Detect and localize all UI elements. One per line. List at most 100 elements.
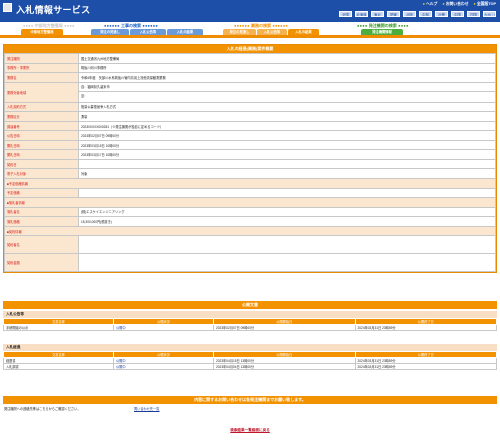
contact-title: 内容に関するお問い合わせは各発注機関までお願い致します。 — [3, 396, 497, 404]
row-label: 事務所・事業所 — [4, 62, 79, 74]
site-title: 入札情報サービス — [16, 5, 91, 15]
table-row: 予定価格 — [4, 187, 496, 199]
region-tab[interactable]: 中国 — [451, 11, 464, 17]
region-tab[interactable]: 四国 — [467, 11, 480, 17]
region-to: 至： — [81, 94, 88, 99]
row-label: 業務名 — [4, 72, 79, 83]
table-row: 業務区分 測量 — [4, 111, 496, 122]
row-value — [78, 158, 496, 170]
table-row: 開札日時 2023年03月17日 10時00分 — [4, 149, 496, 160]
section-estimate: ■予定価格情報 — [4, 178, 496, 189]
nav-stripe — [0, 35, 500, 38]
site-logo — [3, 3, 12, 12]
doc-start: 2023年02月07日 09時00分 — [213, 324, 356, 331]
row-label: 調達番号 — [4, 120, 79, 132]
doc-end: 2024年03月31日 23時59分 — [354, 363, 497, 370]
section-header: ■契約情報 — [4, 225, 496, 237]
contact-text: 発注機関への連絡先等はこちらからご確認ください。 — [4, 407, 81, 411]
section-results-title: 入札経過 — [3, 344, 497, 351]
case-summary-table: 発注機関 国土交通省九州地方整備局 事務所・事業所 筑後川河川事務所 業務名 令和6年… — [4, 53, 496, 273]
national-top-link[interactable]: 全国版TOP — [474, 2, 496, 7]
region-tab[interactable]: 近畿 — [435, 11, 448, 17]
row-label: 開札日時 — [4, 139, 79, 151]
doc-status-link[interactable]: 公開中 — [116, 359, 126, 363]
row-value — [78, 253, 496, 273]
notice-docs-table: 文書名称 公開状況 公開開始日 公開終了日 手続開始の公示 公開中 2023年0… — [3, 318, 497, 331]
row-value — [78, 187, 496, 199]
row-value: 2023年02月07日 09時00分 — [78, 130, 496, 141]
region-tab[interactable]: 東北 — [371, 11, 384, 17]
case-summary: 入札の経過(業務)案件概要 発注機関 国土交通省九州地方整備局 事務所・事業所 筑後… — [3, 44, 497, 274]
table-row: 業務名 令和6年度 矢部川水系筑後川管内鳥羽上流他流量観測業務 — [4, 72, 496, 83]
row-label: 入札契約方式 — [4, 101, 79, 113]
doc-status-link[interactable]: 公開中 — [116, 326, 126, 330]
help-link[interactable]: ヘルプ — [423, 2, 437, 7]
doc-status-link[interactable]: 公開中 — [116, 365, 126, 369]
table-row: 業務対象地域 自：福岡県久留米市 至： — [4, 81, 496, 103]
row-value: 国土交通省九州地方整備局 — [78, 53, 496, 64]
section-winner: ■落札者情報 — [4, 197, 496, 208]
row-value: 筑後川河川事務所 — [78, 62, 496, 74]
row-value: 20230XXXX000281（※発注機関が独自に定めるコード） — [78, 120, 496, 132]
section-header: ■予定価格情報 — [4, 178, 496, 189]
doc-end: 2024年03月31日 23時59分 — [354, 324, 497, 331]
contact-link[interactable]: お問い合わせ — [442, 2, 469, 7]
region-tab[interactable]: 九州・沖縄 — [483, 11, 496, 17]
table-row: 落札者名 (株)エスケイエンジニアリング — [4, 206, 496, 218]
case-summary-title: 入札の経過(業務)案件概要 — [4, 45, 496, 53]
row-label: 公告日時 — [4, 130, 79, 141]
section-header: ■落札者情報 — [4, 197, 496, 208]
row-value: 15,300,000円(税抜き) — [78, 216, 496, 227]
region-tab[interactable]: 関東 — [387, 11, 400, 17]
table-row: 事務所・事業所 筑後川河川事務所 — [4, 62, 496, 74]
site-header: 入札情報サービス ヘルプ お問い合わせ 全国版TOP 全国 北海道 東北 関東 … — [0, 0, 500, 22]
table-row: 契約者名 — [4, 235, 496, 255]
table-row: 公告日時 2023年02月07日 09時00分 — [4, 130, 496, 141]
row-value: 令和6年度 矢部川水系筑後川管内鳥羽上流他流量観測業務 — [78, 72, 496, 83]
row-value: 自：福岡県久留米市 至： — [78, 81, 496, 103]
footer: 検索結果一覧画面に戻る — [0, 428, 500, 433]
table-row: 入札調書 公開中 2023年04月04日 13時00分 2024年03月31日 … — [3, 363, 497, 370]
table-row: 契約日 — [4, 158, 496, 170]
table-row: 契約金額 — [4, 253, 496, 273]
table-row: 手続開始の公示 公開中 2023年02月07日 09時00分 2024年03月3… — [3, 324, 497, 331]
doc-name: 入札調書 — [3, 363, 114, 370]
region-tab[interactable]: 北海道 — [355, 11, 368, 17]
row-value: (株)エスケイエンジニアリング — [78, 206, 496, 218]
region-tab[interactable]: 北陸 — [403, 11, 416, 17]
doc-name: 手続開始の公示 — [3, 324, 114, 331]
row-value: 測量 — [78, 111, 496, 122]
row-label: 発注機関 — [4, 53, 79, 64]
contact-list-link[interactable]: 問い合わせ先一覧 — [134, 404, 160, 415]
back-to-results-link[interactable]: 検索結果一覧画面に戻る — [230, 428, 270, 432]
row-label: 電子入札対象 — [4, 168, 79, 179]
table-row: 落札価格 15,300,000円(税抜き) — [4, 216, 496, 227]
row-value — [78, 235, 496, 255]
table-row: 電子入札対象 対象 — [4, 168, 496, 179]
row-label: 落札者名 — [4, 206, 79, 218]
region-from: 自：福岡県久留米市 — [79, 83, 495, 93]
region-tab[interactable]: 中部 — [419, 11, 432, 17]
row-label: 業務対象地域 — [4, 81, 79, 103]
section-contract: ■契約情報 — [4, 225, 496, 237]
public-documents: 公開文書 入札公告等 文書名称 公開状況 公開開始日 公開終了日 手続開始の公示… — [3, 301, 497, 370]
region-tab[interactable]: 全国 — [339, 11, 352, 17]
row-label: 予定価格 — [4, 187, 79, 199]
section-notice-title: 入札公告等 — [3, 311, 497, 318]
top-links: ヘルプ お問い合わせ 全国版TOP — [423, 2, 496, 7]
row-value: 2023年03月15日 10時00分 — [78, 139, 496, 151]
table-row: 発注機関 国土交通省九州地方整備局 — [4, 53, 496, 64]
contact-row: 発注機関への連絡先等はこちらからご確認ください。 問い合わせ先一覧 — [3, 404, 497, 415]
doc-status: 公開中 — [113, 363, 214, 370]
row-value: 対象 — [78, 168, 496, 179]
row-label: 落札価格 — [4, 216, 79, 227]
row-value: 簡易公募型競争入札方式 — [78, 101, 496, 113]
region-selector: 全国 北海道 東北 関東 北陸 中部 近畿 中国 四国 九州・沖縄 — [339, 11, 496, 17]
contact-section: 内容に関するお問い合わせは各発注機関までお願い致します。 発注機関への連絡先等は… — [3, 396, 497, 415]
row-label: 契約日 — [4, 158, 79, 170]
row-label: 開札日時 — [4, 149, 79, 160]
doc-start: 2023年04月04日 13時00分 — [213, 363, 356, 370]
row-value: 2023年03月17日 10時00分 — [78, 149, 496, 160]
results-docs-table: 文書名称 公開状況 公開開始日 公開終了日 経歴書 公開中 2023年04月15… — [3, 351, 497, 370]
row-label: 業務区分 — [4, 111, 79, 122]
